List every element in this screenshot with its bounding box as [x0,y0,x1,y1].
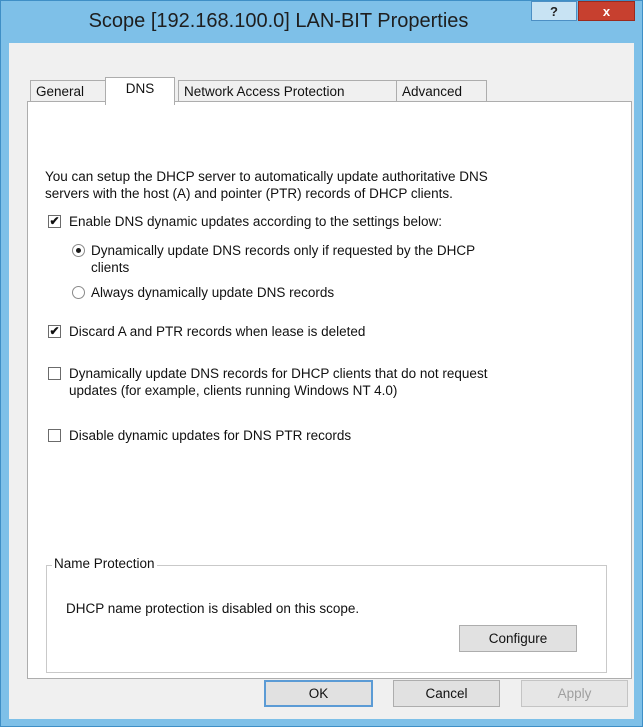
always-update-label[interactable]: Always dynamically update DNS records [91,284,334,301]
enable-dns-updates-checkbox[interactable]: ✔ [48,215,61,228]
tab-dns[interactable]: DNS [105,77,175,105]
enable-dns-updates-label[interactable]: Enable DNS dynamic updates according to … [69,213,442,230]
title-bar[interactable]: Scope [192.168.100.0] LAN-BIT Properties… [1,1,642,43]
disable-ptr-updates-checkbox[interactable] [48,429,61,442]
ok-button[interactable]: OK [264,680,373,707]
configure-button[interactable]: Configure [459,625,577,652]
update-non-requesting-clients-checkbox[interactable] [48,367,61,380]
update-non-requesting-label-line-2[interactable]: updates (for example, clients running Wi… [69,382,397,399]
cancel-button[interactable]: Cancel [393,680,500,707]
update-if-requested-label-line-2[interactable]: clients [91,259,129,276]
dialog-title: Scope [192.168.100.0] LAN-BIT Properties [88,10,469,32]
properties-dialog: Scope [192.168.100.0] LAN-BIT Properties… [0,0,643,727]
name-protection-status: DHCP name protection is disabled on this… [66,601,360,616]
help-button[interactable]: ? [531,1,577,21]
update-if-requested-radio[interactable] [72,244,85,257]
disable-ptr-updates-label[interactable]: Disable dynamic updates for DNS PTR reco… [69,427,351,444]
update-if-requested-label-line-1[interactable]: Dynamically update DNS records only if r… [91,242,475,259]
intro-text-line-2: servers with the host (A) and pointer (P… [45,186,453,201]
always-update-radio[interactable] [72,286,85,299]
dialog-client-area: General DNS Network Access Protection Ad… [9,43,634,719]
update-non-requesting-label-line-1[interactable]: Dynamically update DNS records for DHCP … [69,365,487,382]
name-protection-legend: Name Protection [52,556,157,571]
name-protection-group: Name Protection DHCP name protection is … [46,556,607,673]
discard-records-checkbox[interactable]: ✔ [48,325,61,338]
radio-selected-dot [76,248,81,253]
close-button[interactable]: x [578,1,635,21]
apply-button[interactable]: Apply [521,680,628,707]
intro-text-line-1: You can setup the DHCP server to automat… [45,169,488,184]
discard-records-label[interactable]: Discard A and PTR records when lease is … [69,323,365,340]
